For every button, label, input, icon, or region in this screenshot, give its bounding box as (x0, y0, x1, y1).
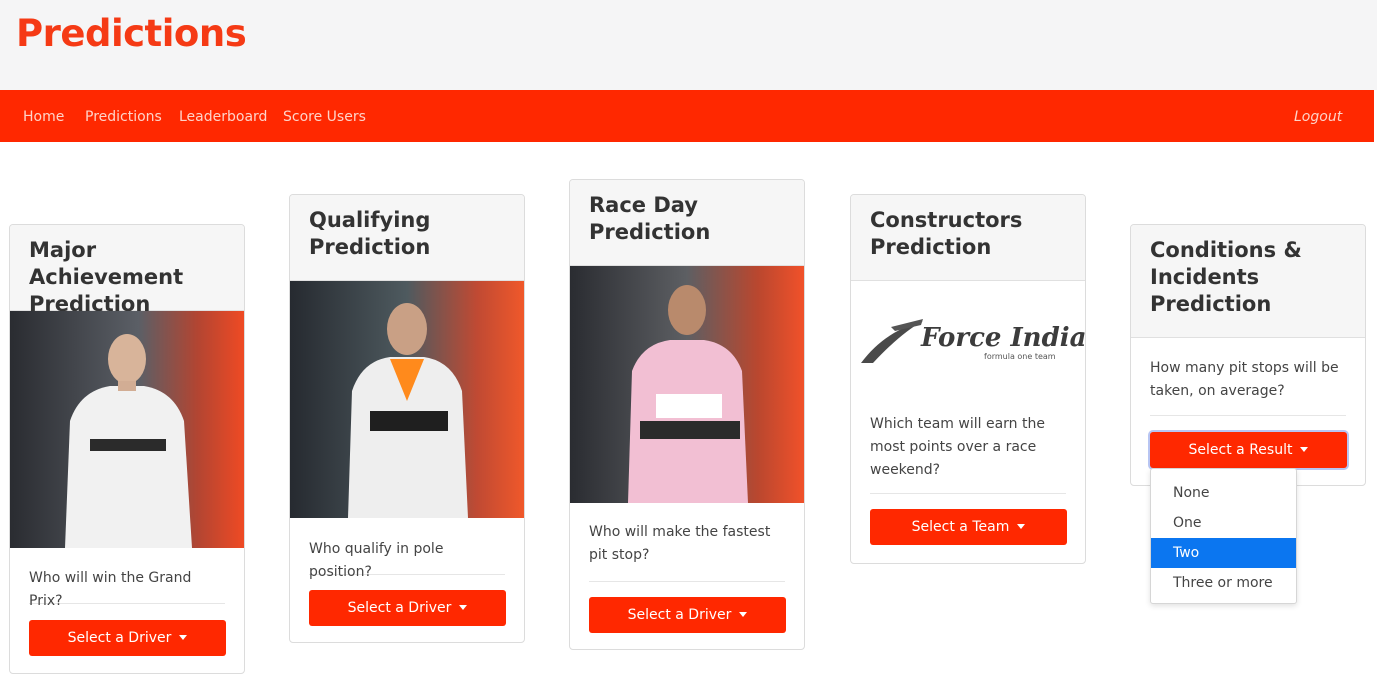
nav-leaderboard-link[interactable]: Leaderboard (179, 109, 267, 125)
button-label: Select a Driver (627, 607, 732, 623)
card-major-achievement: Major Achievement Prediction Who will wi… (9, 224, 245, 674)
card-header: Race Day Prediction (570, 180, 804, 266)
dropdown-option-none[interactable]: None (1151, 478, 1296, 508)
question-text: Who will win the Grand Prix? (29, 570, 192, 609)
nav-score-users-link[interactable]: Score Users (283, 109, 366, 125)
nav-home-link[interactable]: Home (23, 109, 64, 125)
logo-tagline: formula one team (984, 352, 1056, 361)
card-qualifying: Qualifying Prediction Who qualify in pol… (289, 194, 525, 643)
question-text: Which team will earn the most points ove… (870, 416, 1045, 478)
dropdown-option-two[interactable]: Two (1151, 538, 1296, 568)
select-driver-button[interactable]: Select a Driver (29, 620, 226, 656)
caret-down-icon (1300, 446, 1309, 452)
nav-logout-link[interactable]: Logout (1294, 109, 1342, 125)
card-body: Who will win the Grand Prix? Select a Dr… (10, 548, 244, 656)
navbar: Home Predictions Leaderboard Score Users… (0, 90, 1374, 142)
logo-name: Force India (920, 323, 1085, 353)
card-title: Conditions & Incidents Prediction (1150, 238, 1302, 316)
dropdown-option-one[interactable]: One (1151, 508, 1296, 538)
card-title: Constructors Prediction (870, 208, 1023, 259)
card-constructors: Constructors Prediction Force India form… (850, 194, 1086, 564)
button-label: Select a Driver (67, 630, 172, 646)
question-text: Who qualify in pole position? (309, 541, 444, 580)
driver-photo (570, 266, 804, 503)
question-text: Who will make the fastest pit stop? (589, 524, 771, 563)
nav-predictions-link[interactable]: Predictions (85, 109, 162, 125)
button-label: Select a Driver (347, 600, 452, 616)
card-body: Who qualify in pole position? Select a D… (290, 518, 524, 626)
card-header: Constructors Prediction (851, 195, 1085, 281)
button-label: Select a Result (1188, 442, 1293, 458)
card-body: Which team will earn the most points ove… (851, 393, 1085, 545)
force-india-logo: Force India formula one team (861, 319, 1085, 363)
button-label: Select a Team (911, 519, 1010, 535)
dropdown-option-three-or-more[interactable]: Three or more (1151, 568, 1296, 598)
card-title: Major Achievement Prediction (29, 238, 184, 316)
driver-photo (10, 311, 244, 548)
select-result-button[interactable]: Select a Result (1150, 432, 1347, 468)
select-driver-button[interactable]: Select a Driver (589, 597, 786, 633)
result-dropdown-menu: None One Two Three or more (1150, 468, 1297, 604)
card-header: Qualifying Prediction (290, 195, 524, 281)
select-team-button[interactable]: Select a Team (870, 509, 1067, 545)
card-race-day: Race Day Prediction Who will make the fa… (569, 179, 805, 650)
question-text: How many pit stops will be taken, on ave… (1150, 360, 1339, 399)
divider (589, 581, 785, 582)
card-title: Qualifying Prediction (309, 208, 431, 259)
select-driver-button[interactable]: Select a Driver (309, 590, 506, 626)
card-header: Conditions & Incidents Prediction (1131, 225, 1365, 338)
caret-down-icon (1017, 523, 1026, 529)
card-header: Major Achievement Prediction (10, 225, 244, 316)
caret-down-icon (459, 604, 468, 610)
card-title: Race Day Prediction (589, 193, 711, 244)
page-title: Predictions (16, 12, 247, 55)
card-conditions-incidents: Conditions & Incidents Prediction How ma… (1130, 224, 1366, 486)
driver-photo (290, 281, 524, 518)
page-header: Predictions (0, 0, 1377, 90)
caret-down-icon (739, 611, 748, 617)
card-body: How many pit stops will be taken, on ave… (1131, 338, 1365, 468)
divider (870, 493, 1066, 494)
team-logo: Force India formula one team (851, 281, 1085, 393)
caret-down-icon (179, 634, 188, 640)
divider (1150, 415, 1346, 416)
card-body: Who will make the fastest pit stop? Sele… (570, 503, 804, 633)
